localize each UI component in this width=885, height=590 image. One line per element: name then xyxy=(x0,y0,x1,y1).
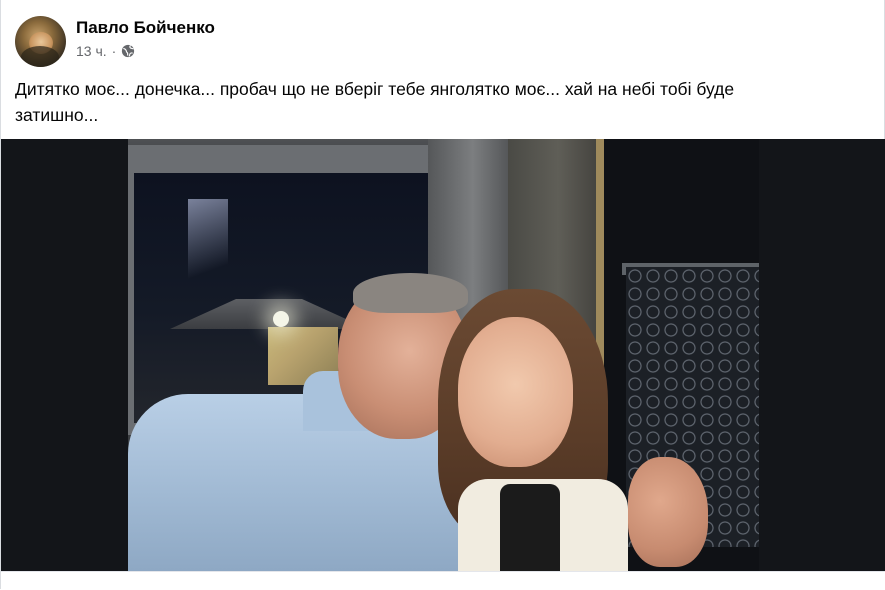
facebook-post: Павло Бойченко 13 ч. · Дитятко моє... до… xyxy=(0,0,885,590)
photo-woman-inner xyxy=(500,484,560,571)
avatar-shade xyxy=(21,46,59,67)
author-avatar[interactable] xyxy=(15,16,66,67)
photo-arm xyxy=(628,457,708,567)
post-header: Павло Бойченко 13 ч. · xyxy=(15,16,215,68)
post-timestamp[interactable]: 13 ч. xyxy=(76,42,107,60)
photo-man-hair xyxy=(353,273,468,313)
post-text: Дитятко моє... донечка... пробач що не в… xyxy=(15,79,739,125)
post-media[interactable] xyxy=(1,139,885,571)
photo-light-strip xyxy=(188,199,228,299)
photo-lamp xyxy=(273,311,289,327)
globe-icon[interactable] xyxy=(121,44,135,58)
photo-woman-face xyxy=(458,317,573,467)
post-subline: 13 ч. · xyxy=(76,42,215,60)
author-name[interactable]: Павло Бойченко xyxy=(76,17,215,39)
post-footer xyxy=(1,571,885,590)
post-photo[interactable] xyxy=(128,139,759,571)
separator-dot: · xyxy=(111,43,117,59)
post-meta: Павло Бойченко 13 ч. · xyxy=(76,16,215,60)
